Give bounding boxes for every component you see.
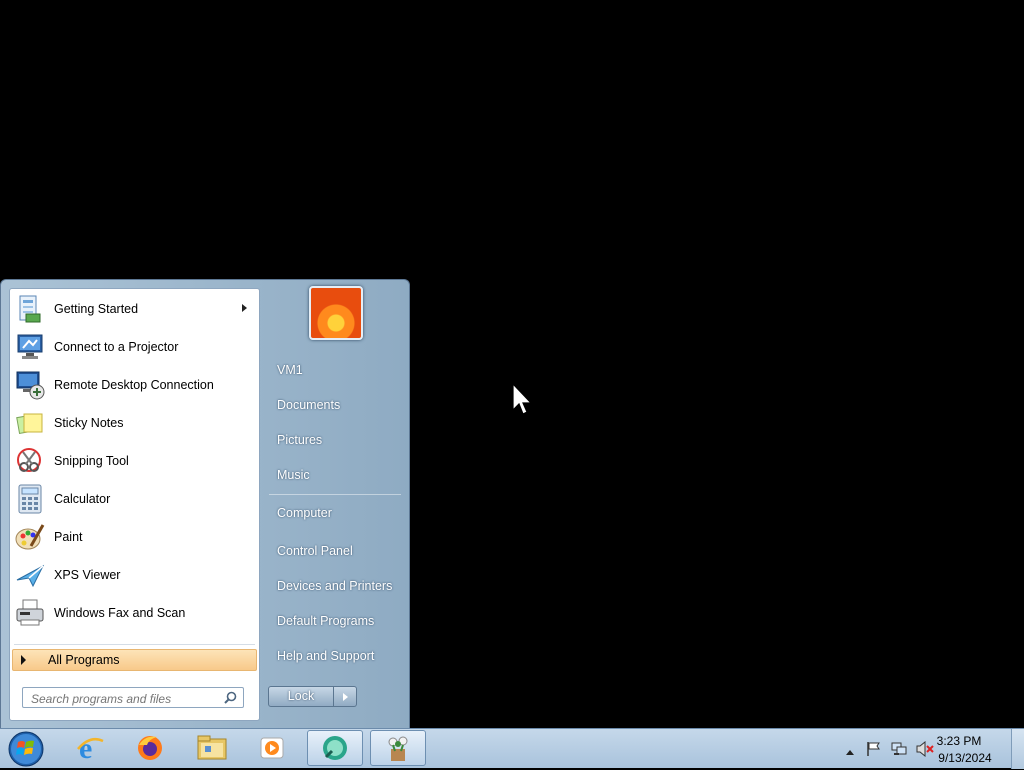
taskbar: e 3:23 PM 9/13/2024 [0, 728, 1024, 769]
xps-viewer-icon [14, 559, 46, 591]
chevron-up-icon [846, 750, 854, 755]
windows-explorer-icon [197, 735, 227, 760]
network-icon[interactable] [891, 741, 907, 760]
start-button[interactable] [6, 730, 46, 767]
program-xps-viewer[interactable]: XPS Viewer [12, 557, 257, 593]
windows-logo-icon [8, 731, 44, 767]
search-input[interactable] [29, 689, 223, 708]
program-paint[interactable]: Paint [12, 519, 257, 555]
remote-desktop-icon [14, 369, 46, 401]
taskbar-green-app[interactable] [307, 730, 363, 766]
fax-scan-icon [14, 597, 46, 629]
submenu-arrow-icon [242, 304, 247, 312]
divider [269, 494, 401, 495]
taskbar-firefox[interactable] [122, 730, 178, 766]
arrow-right-icon [343, 693, 348, 701]
taskbar-media-player[interactable] [244, 730, 300, 766]
all-programs-button[interactable]: All Programs [12, 649, 257, 671]
program-label: Snipping Tool [54, 454, 129, 468]
programs-pane: Getting Started Connect to a Projector R… [9, 288, 260, 721]
calculator-icon [14, 483, 46, 515]
shutdown-options-button[interactable] [334, 686, 357, 707]
program-label: Calculator [54, 492, 111, 506]
media-player-icon [260, 737, 284, 759]
app-flowers-icon [388, 736, 408, 761]
snipping-tool-icon [14, 445, 46, 477]
taskbar-app-flowers[interactable] [370, 730, 426, 766]
program-label: Connect to a Projector [54, 340, 179, 354]
program-getting-started[interactable]: Getting Started [12, 291, 257, 327]
program-connect-projector[interactable]: Connect to a Projector [12, 329, 257, 365]
start-menu: Getting Started Connect to a Projector R… [0, 279, 410, 728]
taskbar-internet-explorer[interactable]: e [62, 730, 118, 766]
program-label: Windows Fax and Scan [54, 606, 186, 620]
clock-date[interactable]: 9/13/2024 [930, 751, 1000, 765]
link-pictures[interactable]: Pictures [267, 425, 403, 455]
program-label: XPS Viewer [54, 568, 121, 582]
user-picture[interactable] [309, 286, 363, 340]
show-desktop-button[interactable] [1011, 729, 1024, 769]
link-devices-printers[interactable]: Devices and Printers [267, 571, 403, 601]
green-app-icon [323, 736, 347, 760]
action-center-icon[interactable] [866, 741, 882, 760]
mouse-cursor-icon [512, 383, 532, 415]
program-label: Remote Desktop Connection [54, 378, 214, 392]
link-computer[interactable]: Computer [267, 498, 403, 528]
taskbar-windows-explorer[interactable] [184, 730, 240, 766]
link-control-panel[interactable]: Control Panel [267, 536, 403, 566]
link-default-programs[interactable]: Default Programs [267, 606, 403, 636]
link-music[interactable]: Music [267, 460, 403, 490]
program-calculator[interactable]: Calculator [12, 481, 257, 517]
search-box[interactable] [22, 687, 244, 708]
paint-icon [14, 521, 46, 553]
clock-time[interactable]: 3:23 PM [924, 734, 994, 748]
show-hidden-icons-button[interactable] [846, 744, 854, 758]
svg-text:e: e [79, 733, 92, 763]
program-remote-desktop[interactable]: Remote Desktop Connection [12, 367, 257, 403]
link-user-folder[interactable]: VM1 [267, 355, 403, 385]
program-label: Getting Started [54, 302, 139, 316]
getting-started-icon [14, 293, 46, 325]
program-sticky-notes[interactable]: Sticky Notes [12, 405, 257, 441]
search-icon[interactable] [224, 691, 237, 707]
program-label: Paint [54, 530, 83, 544]
lock-button[interactable]: Lock [268, 686, 334, 707]
program-snipping-tool[interactable]: Snipping Tool [12, 443, 257, 479]
link-documents[interactable]: Documents [267, 390, 403, 420]
firefox-icon [138, 736, 162, 760]
program-label: Sticky Notes [54, 416, 124, 430]
link-help-support[interactable]: Help and Support [267, 641, 403, 671]
all-programs-label: All Programs [48, 653, 120, 667]
internet-explorer-icon: e [77, 733, 104, 763]
expand-arrow-icon [21, 655, 26, 665]
sticky-notes-icon [14, 407, 46, 439]
projector-icon [14, 331, 46, 363]
divider [14, 644, 255, 645]
program-fax-scan[interactable]: Windows Fax and Scan [12, 595, 257, 631]
